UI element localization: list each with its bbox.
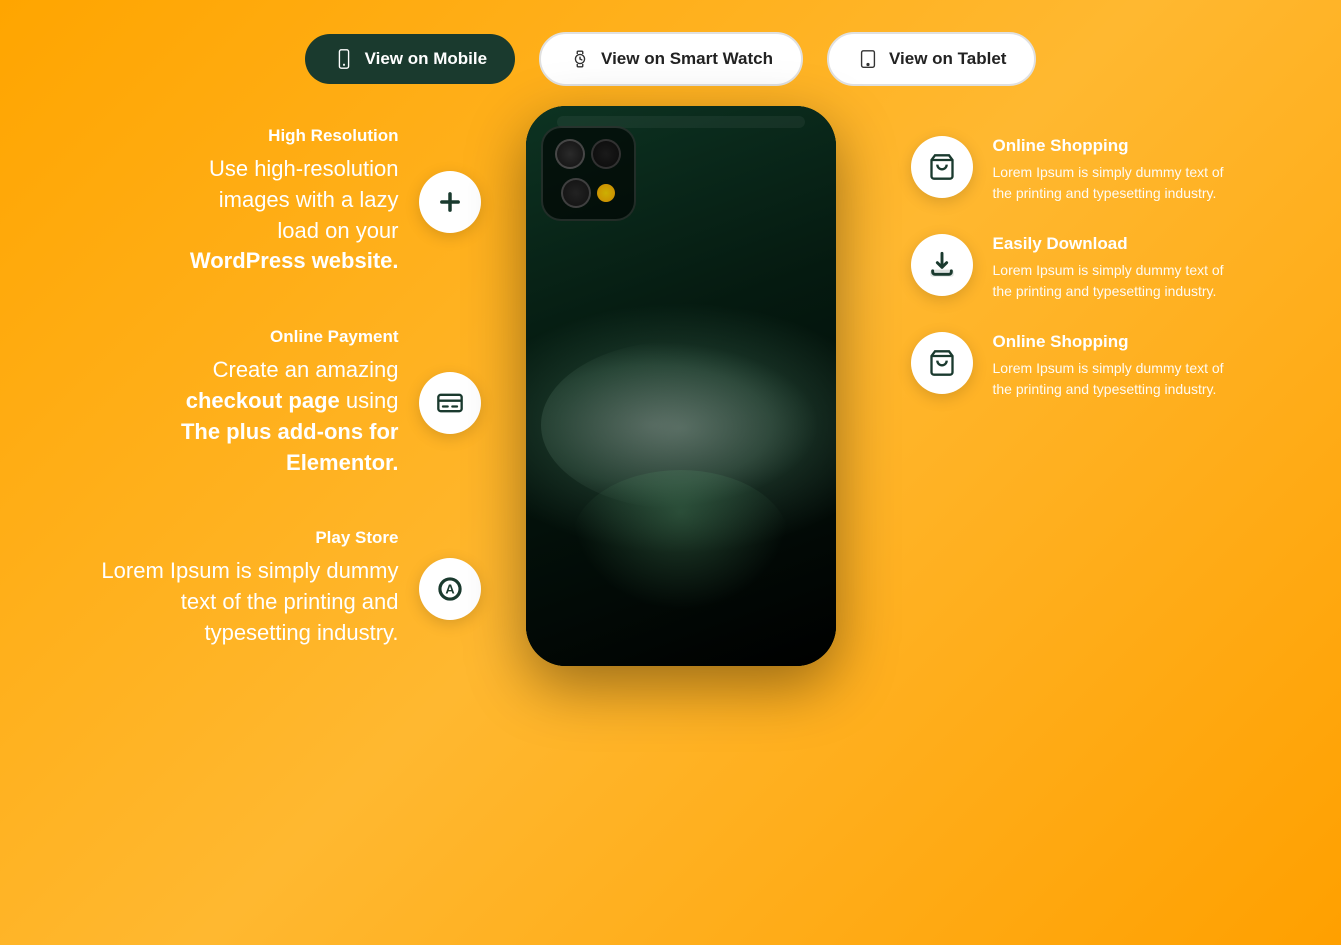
play-store-icon-circle: A bbox=[419, 558, 481, 620]
online-shopping-2-text: Online Shopping Lorem Ipsum is simply du… bbox=[993, 332, 1241, 400]
high-resolution-feature: High Resolution Use high-resolutionimage… bbox=[101, 126, 481, 277]
view-smartwatch-button[interactable]: View on Smart Watch bbox=[539, 32, 803, 86]
online-payment-icon-circle bbox=[419, 372, 481, 434]
easily-download-feature: Easily Download Lorem Ipsum is simply du… bbox=[911, 234, 1241, 302]
cloud-layer-3 bbox=[572, 470, 789, 610]
main-content: High Resolution Use high-resolutionimage… bbox=[0, 126, 1341, 699]
top-navigation: View on Mobile View on Smart Watch View … bbox=[0, 0, 1341, 86]
tablet-icon bbox=[857, 48, 879, 70]
tablet-btn-label: View on Tablet bbox=[889, 49, 1006, 69]
high-resolution-icon-circle bbox=[419, 171, 481, 233]
download-icon bbox=[928, 251, 956, 279]
high-resolution-text: High Resolution Use high-resolutionimage… bbox=[190, 126, 399, 277]
online-payment-text: Online Payment Create an amazingcheckout… bbox=[181, 327, 399, 478]
easily-download-desc: Lorem Ipsum is simply dummy text of the … bbox=[993, 260, 1241, 302]
phone-mockup-area bbox=[501, 106, 861, 666]
play-store-feature: Play Store Lorem Ipsum is simply dummy t… bbox=[101, 528, 481, 648]
online-shopping-1-feature: Online Shopping Lorem Ipsum is simply du… bbox=[911, 136, 1241, 204]
smartwatch-btn-label: View on Smart Watch bbox=[601, 49, 773, 69]
plus-icon bbox=[436, 188, 464, 216]
right-features-column: Online Shopping Lorem Ipsum is simply du… bbox=[861, 136, 1241, 400]
online-shopping-2-desc: Lorem Ipsum is simply dummy text of the … bbox=[993, 358, 1241, 400]
online-payment-feature: Online Payment Create an amazingcheckout… bbox=[101, 327, 481, 478]
play-store-title: Play Store bbox=[101, 528, 399, 548]
online-payment-desc: Create an amazingcheckout page usingThe … bbox=[181, 355, 399, 478]
flash bbox=[597, 184, 615, 202]
camera-lens-1 bbox=[555, 139, 585, 169]
online-shopping-1-text: Online Shopping Lorem Ipsum is simply du… bbox=[993, 136, 1241, 204]
payment-icon bbox=[436, 389, 464, 417]
easily-download-title: Easily Download bbox=[993, 234, 1241, 254]
online-shopping-2-icon-circle bbox=[911, 332, 973, 394]
mobile-icon bbox=[333, 48, 355, 70]
online-shopping-2-feature: Online Shopping Lorem Ipsum is simply du… bbox=[911, 332, 1241, 400]
svg-text:A: A bbox=[445, 581, 454, 596]
camera-lens-3 bbox=[561, 178, 591, 208]
high-resolution-title: High Resolution bbox=[190, 126, 399, 146]
online-payment-title: Online Payment bbox=[181, 327, 399, 347]
high-resolution-desc: Use high-resolutionimages with a lazyloa… bbox=[190, 154, 399, 277]
online-shopping-1-icon-circle bbox=[911, 136, 973, 198]
left-features-column: High Resolution Use high-resolutionimage… bbox=[101, 126, 501, 699]
view-tablet-button[interactable]: View on Tablet bbox=[827, 32, 1036, 86]
play-store-desc: Lorem Ipsum is simply dummy text of the … bbox=[101, 556, 399, 648]
play-store-text: Play Store Lorem Ipsum is simply dummy t… bbox=[101, 528, 399, 648]
online-shopping-2-title: Online Shopping bbox=[993, 332, 1241, 352]
easily-download-icon-circle bbox=[911, 234, 973, 296]
mobile-btn-label: View on Mobile bbox=[365, 49, 487, 69]
phone-mockup bbox=[526, 106, 836, 666]
smartwatch-icon bbox=[569, 48, 591, 70]
bag-icon-2 bbox=[928, 349, 956, 377]
camera-module bbox=[541, 126, 636, 221]
bag-icon-1 bbox=[928, 153, 956, 181]
playstore-icon: A bbox=[436, 575, 464, 603]
view-mobile-button[interactable]: View on Mobile bbox=[305, 34, 515, 84]
camera-lens-2 bbox=[591, 139, 621, 169]
online-shopping-1-desc: Lorem Ipsum is simply dummy text of the … bbox=[993, 162, 1241, 204]
online-shopping-1-title: Online Shopping bbox=[993, 136, 1241, 156]
easily-download-text: Easily Download Lorem Ipsum is simply du… bbox=[993, 234, 1241, 302]
